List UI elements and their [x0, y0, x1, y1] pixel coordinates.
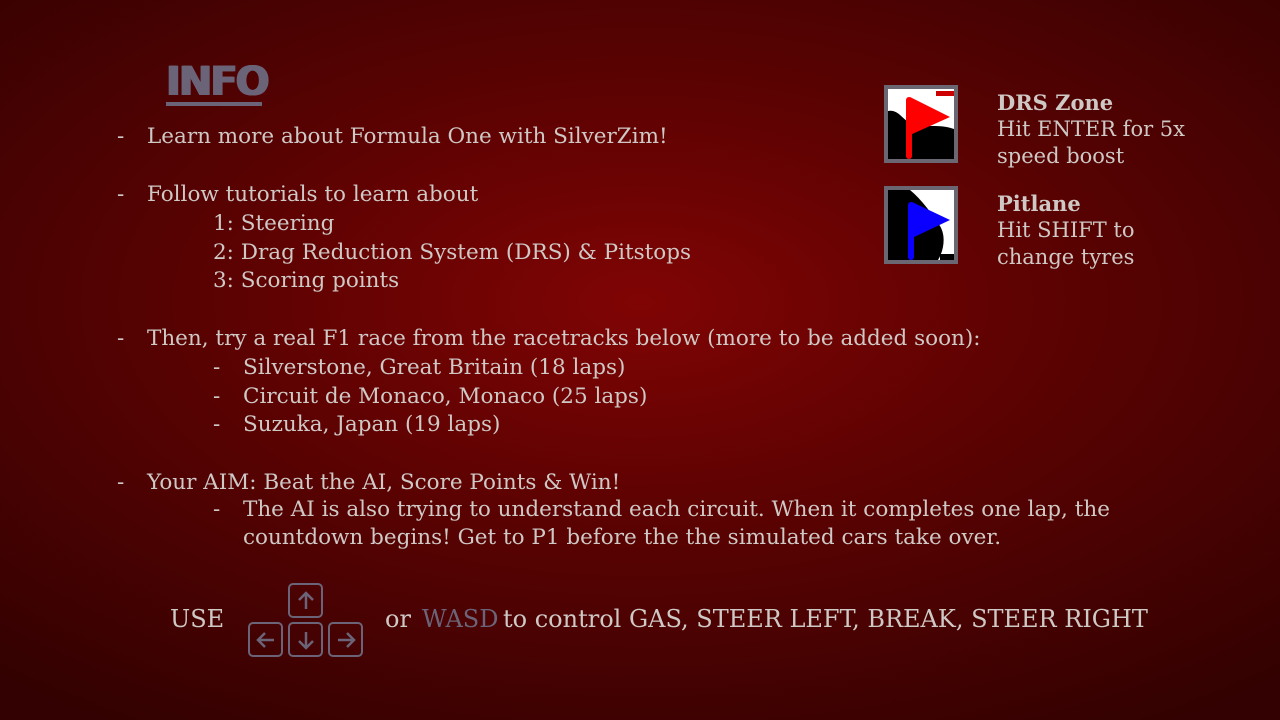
bullet-dash: -: [117, 124, 125, 149]
controls-or-label: or: [385, 605, 411, 633]
drs-zone-desc-line1: Hit ENTER for 5x: [997, 117, 1186, 141]
drs-zone-desc-line2: speed boost: [997, 144, 1125, 168]
controls-description: to control GAS, STEER LEFT, BREAK, STEER…: [503, 605, 1148, 633]
page-title: INFO: [166, 59, 270, 106]
tutorial-item-2: 2: Drag Reduction System (DRS) & Pitstop…: [213, 240, 692, 265]
aim-heading: Your AIM: Beat the AI, Score Points & Wi…: [147, 470, 621, 495]
pitlane-tile: [884, 186, 958, 264]
pitlane-desc-line1: Hit SHIFT to: [997, 218, 1135, 242]
bullet-dash: -: [117, 470, 125, 495]
blue-flag-icon: [888, 190, 954, 260]
drs-zone-title: DRS Zone: [997, 90, 1114, 115]
tutorials-heading: Follow tutorials to learn about: [147, 182, 479, 207]
pitlane-desc-line2: change tyres: [997, 245, 1135, 269]
pitlane-title: Pitlane: [997, 191, 1081, 216]
drs-zone-tile: [884, 85, 958, 163]
arrow-up-key-icon: [288, 583, 323, 618]
bullet-dash: -: [213, 355, 221, 380]
race-heading: Then, try a real F1 race from the racetr…: [147, 326, 981, 351]
arrow-down-key-icon: [288, 622, 323, 657]
bullet-dash: -: [213, 497, 221, 522]
tutorial-item-3: 3: Scoring points: [213, 268, 400, 293]
track-item-suzuka: Suzuka, Japan (19 laps): [243, 412, 501, 437]
bullet-dash: -: [117, 182, 125, 207]
bullet-dash: -: [117, 326, 125, 351]
aim-detail: The AI is also trying to understand each…: [243, 497, 1110, 550]
red-flag-icon: [888, 89, 954, 159]
arrow-left-key-icon: [248, 622, 283, 657]
arrow-right-key-icon: [328, 622, 363, 657]
intro-text: Learn more about Formula One with Silver…: [147, 124, 668, 149]
track-item-silverstone: Silverstone, Great Britain (18 laps): [243, 355, 626, 380]
track-item-monaco: Circuit de Monaco, Monaco (25 laps): [243, 384, 648, 409]
controls-wasd-label: WASD: [422, 605, 499, 633]
bullet-dash: -: [213, 412, 221, 437]
controls-use-label: USE: [170, 605, 225, 633]
tutorial-item-1: 1: Steering: [213, 211, 335, 236]
bullet-dash: -: [213, 384, 221, 409]
